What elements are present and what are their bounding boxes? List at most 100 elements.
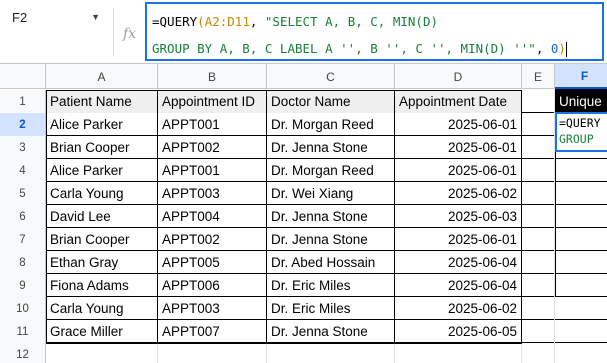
row-header-7[interactable]: 7 — [0, 228, 46, 251]
cell-c5[interactable]: Dr. Wei Xiang — [267, 182, 395, 205]
row-header-3[interactable]: 3 — [0, 136, 46, 159]
cell-f1[interactable]: Unique — [555, 90, 607, 113]
column-header-c[interactable]: C — [267, 64, 395, 89]
cell-e9[interactable] — [522, 274, 555, 297]
cell-b2[interactable]: APPT001 — [158, 113, 267, 136]
cell-e11[interactable] — [522, 320, 555, 343]
cell-c12[interactable] — [267, 343, 395, 363]
row-header-5[interactable]: 5 — [0, 182, 46, 205]
cell-b12[interactable] — [158, 343, 267, 363]
cell-e4[interactable] — [522, 159, 555, 182]
row-header-9[interactable]: 9 — [0, 274, 46, 297]
cell-c11[interactable]: Dr. Jenna Stone — [267, 320, 395, 343]
formula-bar-divider — [113, 8, 114, 56]
cell-d6[interactable]: 2025-06-03 — [395, 205, 522, 228]
row-header-1[interactable]: 1 — [0, 90, 46, 113]
chevron-down-icon[interactable]: ▼ — [91, 12, 100, 22]
cell-f10[interactable] — [555, 297, 607, 320]
name-box[interactable]: F2 ▼ — [6, 6, 106, 28]
cell-e1[interactable] — [522, 90, 555, 113]
cell-f5[interactable] — [555, 182, 607, 205]
cell-f6[interactable] — [555, 205, 607, 228]
cell-f12[interactable] — [555, 343, 607, 363]
cell-a6[interactable]: David Lee — [46, 205, 158, 228]
row-header-12[interactable]: 12 — [0, 343, 46, 363]
row-header-2[interactable]: 2 — [0, 113, 46, 136]
formula-func: =QUERY — [152, 14, 198, 29]
cell-d3[interactable]: 2025-06-01 — [395, 136, 522, 159]
cell-b8[interactable]: APPT005 — [158, 251, 267, 274]
cell-d4[interactable]: 2025-06-01 — [395, 159, 522, 182]
column-header-f[interactable]: F — [555, 64, 607, 89]
column-header-e[interactable]: E — [522, 64, 555, 89]
column-header-a[interactable]: A — [46, 64, 158, 89]
cell-d8[interactable]: 2025-06-04 — [395, 251, 522, 274]
cell-e3[interactable] — [522, 136, 555, 159]
cell-e12[interactable] — [522, 343, 555, 363]
cell-b11[interactable]: APPT007 — [158, 320, 267, 343]
row-header-8[interactable]: 8 — [0, 251, 46, 274]
row-header-6[interactable]: 6 — [0, 205, 46, 228]
row-header-10[interactable]: 10 — [0, 297, 46, 320]
cell-e8[interactable] — [522, 251, 555, 274]
cell-b6[interactable]: APPT004 — [158, 205, 267, 228]
cell-d12[interactable] — [395, 343, 522, 363]
cell-b1[interactable]: Appointment ID — [158, 90, 267, 113]
table-row: 11 Grace Miller APPT007 Dr. Jenna Stone 2025… — [0, 320, 607, 343]
column-header-b[interactable]: B — [158, 64, 267, 89]
cell-c4[interactable]: Dr. Morgan Reed — [267, 159, 395, 182]
cell-c6[interactable]: Dr. Jenna Stone — [267, 205, 395, 228]
cell-c8[interactable]: Dr. Abed Hossain — [267, 251, 395, 274]
cell-d1[interactable]: Appointment Date — [395, 90, 522, 113]
row-header-4[interactable]: 4 — [0, 159, 46, 182]
cell-f7[interactable] — [555, 228, 607, 251]
cell-b4[interactable]: APPT001 — [158, 159, 267, 182]
cell-b9[interactable]: APPT006 — [158, 274, 267, 297]
cell-f9[interactable] — [555, 274, 607, 297]
active-cell-f2[interactable]: =QUERY GROUP — [555, 112, 607, 152]
text-cursor — [565, 42, 567, 57]
cell-a11[interactable]: Grace Miller — [46, 320, 158, 343]
cell-d11[interactable]: 2025-06-05 — [395, 320, 522, 343]
cell-a8[interactable]: Ethan Gray — [46, 251, 158, 274]
cell-a2[interactable]: Alice Parker — [46, 113, 158, 136]
cell-e7[interactable] — [522, 228, 555, 251]
cell-d2[interactable]: 2025-06-01 — [395, 113, 522, 136]
cell-a5[interactable]: Carla Young — [46, 182, 158, 205]
cell-c1[interactable]: Doctor Name — [267, 90, 395, 113]
cell-a10[interactable]: Carla Young — [46, 297, 158, 320]
cell-a4[interactable]: Alice Parker — [46, 159, 158, 182]
cell-e10[interactable] — [522, 297, 555, 320]
row-header-11[interactable]: 11 — [0, 320, 46, 343]
cell-d9[interactable]: 2025-06-04 — [395, 274, 522, 297]
table-row: 6 David Lee APPT004 Dr. Jenna Stone 2025-06-… — [0, 205, 607, 228]
cell-a7[interactable]: Brian Cooper — [46, 228, 158, 251]
cell-d10[interactable]: 2025-06-02 — [395, 297, 522, 320]
cell-b10[interactable]: APPT003 — [158, 297, 267, 320]
select-all-corner[interactable] — [0, 64, 46, 89]
cell-e5[interactable] — [522, 182, 555, 205]
cell-d7[interactable]: 2025-06-01 — [395, 228, 522, 251]
cell-c2[interactable]: Dr. Morgan Reed — [267, 113, 395, 136]
cell-b3[interactable]: APPT002 — [158, 136, 267, 159]
column-header-d[interactable]: D — [395, 64, 522, 89]
cell-e6[interactable] — [522, 205, 555, 228]
cell-f8[interactable] — [555, 251, 607, 274]
column-header-row: A B C D E F — [0, 64, 607, 89]
cell-a1[interactable]: Patient Name — [46, 90, 158, 113]
cell-c7[interactable]: Dr. Jenna Stone — [267, 228, 395, 251]
cell-c9[interactable]: Dr. Eric Miles — [267, 274, 395, 297]
cell-d5[interactable]: 2025-06-02 — [395, 182, 522, 205]
formula-input[interactable]: =QUERY(A2:D11, "SELECT A, B, C, MIN(D) G… — [145, 2, 604, 61]
cell-a3[interactable]: Brian Cooper — [46, 136, 158, 159]
cell-a9[interactable]: Fiona Adams — [46, 274, 158, 297]
cell-f4[interactable] — [555, 159, 607, 182]
cell-f11[interactable] — [555, 320, 607, 343]
cell-e2[interactable] — [522, 113, 555, 136]
formula-open-paren: ( — [197, 14, 205, 29]
cell-a12[interactable] — [46, 343, 158, 363]
cell-b5[interactable]: APPT003 — [158, 182, 267, 205]
cell-c10[interactable]: Dr. Eric Miles — [267, 297, 395, 320]
cell-c3[interactable]: Dr. Jenna Stone — [267, 136, 395, 159]
cell-b7[interactable]: APPT002 — [158, 228, 267, 251]
